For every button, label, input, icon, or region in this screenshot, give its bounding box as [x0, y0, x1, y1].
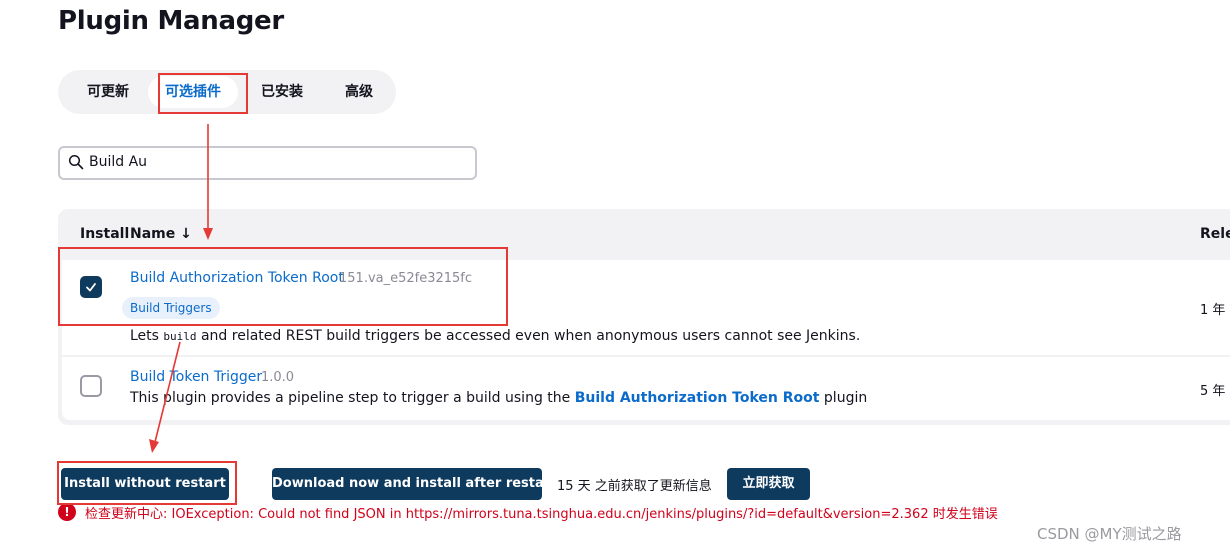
- tab-installed[interactable]: 已安装: [248, 76, 316, 108]
- download-install-after-restart-button[interactable]: Download now and install after restart: [272, 468, 556, 500]
- annotation-box-plugin: [58, 247, 508, 326]
- plugin-version: 1.0.0: [261, 370, 295, 385]
- plugin-dependency-link[interactable]: Build Authorization Token Root: [575, 390, 820, 406]
- plugin-description: This plugin provides a pipeline step to …: [130, 390, 868, 406]
- released-ago: 5 年: [1200, 384, 1226, 399]
- fetch-now-button[interactable]: 立即获取: [727, 468, 810, 500]
- plugin-description: Lets build and related REST build trigge…: [130, 328, 861, 344]
- watermark: CSDN @MY测试之路: [1037, 525, 1182, 543]
- released-ago: 1 年: [1200, 303, 1226, 318]
- search-value[interactable]: Build Au: [89, 154, 147, 170]
- column-header-install: Install: [80, 226, 130, 242]
- column-header-released[interactable]: Relea: [1200, 226, 1230, 242]
- page-title: Plugin Manager: [58, 6, 284, 36]
- error-icon: !: [58, 503, 76, 521]
- update-info-text: 15 天 之前获取了更新信息: [557, 479, 712, 494]
- tab-advanced[interactable]: 高级: [326, 76, 392, 108]
- search-input[interactable]: Build Au: [58, 146, 477, 180]
- annotation-box-tab: [158, 73, 248, 114]
- plugin-name-link[interactable]: Build Token Trigger: [130, 369, 262, 385]
- search-icon: [68, 154, 84, 170]
- install-checkbox[interactable]: [80, 375, 102, 397]
- error-message: 检查更新中心: IOException: Could not find JSON…: [85, 507, 998, 522]
- column-header-name[interactable]: Name ↓: [130, 226, 192, 242]
- annotation-box-install: [57, 461, 237, 505]
- table-row: Build Token Trigger 1.0.0 This plugin pr…: [62, 357, 1230, 420]
- tab-updates[interactable]: 可更新: [72, 76, 144, 108]
